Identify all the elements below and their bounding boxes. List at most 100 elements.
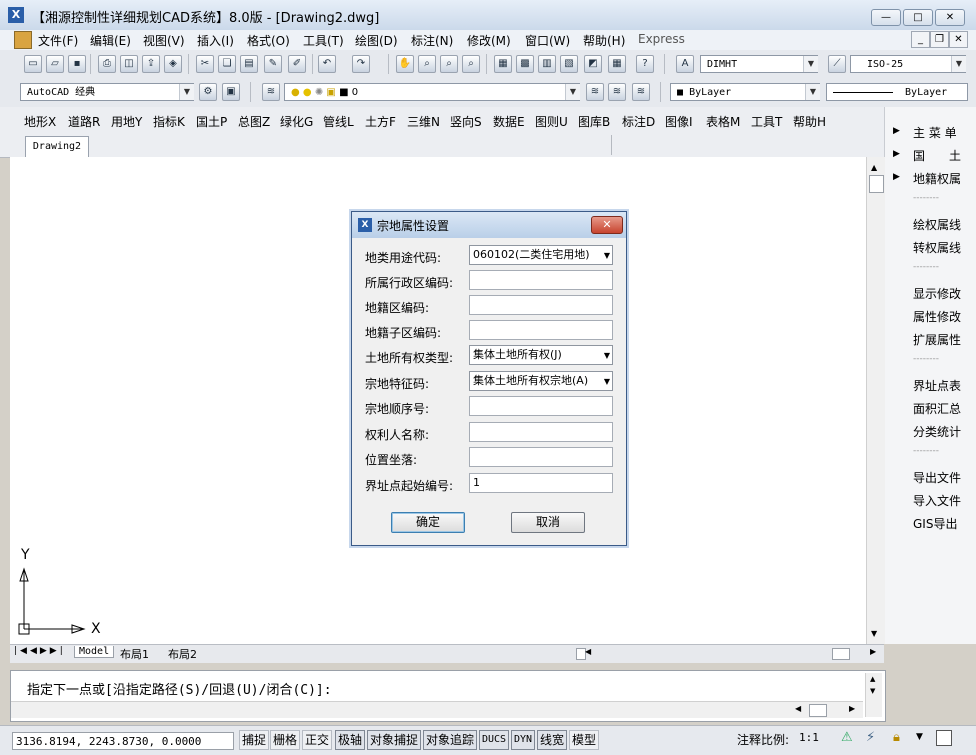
mdi-restore-button[interactable]: ❐ xyxy=(930,31,949,48)
parcel-feature-select[interactable]: 集体土地所有权宗地(A) ▼ xyxy=(469,371,613,391)
scroll-up-icon[interactable]: ▲ xyxy=(871,163,877,172)
menu-help-custom[interactable]: 帮助H xyxy=(793,113,826,130)
hscroll-thumb[interactable] xyxy=(832,648,850,660)
dyn-toggle[interactable]: DYN xyxy=(511,730,536,750)
menu-tools-custom[interactable]: 工具T xyxy=(751,113,782,130)
undo-icon[interactable]: ↶ xyxy=(318,55,336,73)
menu-earthwork[interactable]: 土方F xyxy=(365,113,396,130)
rp-attr-modify[interactable]: 属性修改 xyxy=(913,308,961,325)
workspace-settings-icon[interactable]: ⚙ xyxy=(199,83,217,101)
zoom-window-icon[interactable]: ⌕ xyxy=(440,55,458,73)
menu-table[interactable]: 表格M xyxy=(706,113,740,130)
redo-icon[interactable]: ↷ xyxy=(352,55,370,73)
workspace-select[interactable]: AutoCAD 经典 xyxy=(20,83,194,101)
chevron-down-icon[interactable]: ▼ xyxy=(179,84,194,100)
chevron-down-icon[interactable]: ▼ xyxy=(951,56,966,72)
workspace-save-icon[interactable]: ▣ xyxy=(222,83,240,101)
cancel-button[interactable]: 取消 xyxy=(511,512,585,533)
polar-toggle[interactable]: 极轴 xyxy=(335,730,366,750)
zoom-previous-icon[interactable]: ⌕ xyxy=(462,55,480,73)
layer-states-icon[interactable]: ≋ xyxy=(632,83,650,101)
owner-name-input[interactable] xyxy=(469,422,613,442)
scroll-up-icon[interactable]: ▲ xyxy=(870,675,875,683)
menu-greening[interactable]: 绿化G xyxy=(280,113,313,130)
lock-icon[interactable]: 🔒︎ xyxy=(893,730,900,745)
design-center-icon[interactable]: ▩ xyxy=(516,55,534,73)
cut-icon[interactable]: ✂ xyxy=(196,55,214,73)
ortho-toggle[interactable]: 正交 xyxy=(302,730,333,750)
tool-palettes-icon[interactable]: ▥ xyxy=(538,55,556,73)
block-editor-icon[interactable]: ✐ xyxy=(288,55,306,73)
tab-drawing2[interactable]: Drawing2 xyxy=(25,136,89,157)
menu-draw[interactable]: 绘图(D) xyxy=(355,32,398,49)
scroll-left-icon[interactable]: ◀ xyxy=(795,704,801,713)
markup-icon[interactable]: ◩ xyxy=(584,55,602,73)
landuse-code-select[interactable]: 060102(二类住宅用地) ▼ xyxy=(469,245,613,265)
rp-display-modify[interactable]: 显示修改 xyxy=(913,285,961,302)
tab-layout1[interactable]: 布局1 xyxy=(120,646,149,662)
location-input[interactable] xyxy=(469,447,613,467)
print-preview-icon[interactable]: ◫ xyxy=(120,55,138,73)
ducs-toggle[interactable]: DUCS xyxy=(479,730,510,750)
close-window-button[interactable]: ✕ xyxy=(935,9,965,26)
hscroll-thumb[interactable] xyxy=(809,704,827,717)
copy-icon[interactable]: ❏ xyxy=(218,55,236,73)
scroll-left-icon[interactable]: ◀ xyxy=(585,647,591,656)
chevron-down-icon[interactable]: ▼ xyxy=(565,84,580,100)
scroll-right-icon[interactable]: ▶ xyxy=(849,704,855,713)
layer-previous-icon[interactable]: ≋ xyxy=(608,83,626,101)
cadastral-zone-input[interactable] xyxy=(469,295,613,315)
scroll-right-icon[interactable]: ▶ xyxy=(870,647,876,656)
linetype-select[interactable]: ByLayer xyxy=(826,83,968,101)
menu-window[interactable]: 窗口(W) xyxy=(525,32,570,49)
scroll-down-icon[interactable]: ▼ xyxy=(870,687,875,695)
menu-view[interactable]: 视图(V) xyxy=(143,32,185,49)
rp-gis-export[interactable]: GIS导出 xyxy=(913,515,957,532)
chevron-down-icon[interactable]: ▼ xyxy=(916,732,923,742)
menu-annotation[interactable]: 标注D xyxy=(622,113,655,130)
rp-boundary-point-table[interactable]: 界址点表 xyxy=(913,377,961,394)
tab-layout2[interactable]: 布局2 xyxy=(168,646,197,662)
menu-help[interactable]: 帮助(H) xyxy=(583,32,625,49)
menu-file[interactable]: 文件(F) xyxy=(38,32,78,49)
publish-icon[interactable]: ⇪ xyxy=(142,55,160,73)
sheet-set-icon[interactable]: ▧ xyxy=(560,55,578,73)
cadastral-subzone-input[interactable] xyxy=(469,320,613,340)
dimstyle-select[interactable]: DIMHT xyxy=(700,55,818,73)
command-hscrollbar[interactable]: ◀ ▶ xyxy=(11,701,863,718)
menu-landuse[interactable]: 用地Y xyxy=(111,113,142,130)
auto-scale-icon[interactable]: ⚡ xyxy=(866,730,875,745)
rp-draw-boundary[interactable]: 绘权属线 xyxy=(913,216,961,233)
rp-ext-attr[interactable]: 扩展属性 xyxy=(913,331,961,348)
menu-pipeline[interactable]: 管线L xyxy=(323,113,354,130)
scroll-thumb[interactable] xyxy=(869,175,884,193)
menu-image[interactable]: 图像I xyxy=(665,113,693,130)
calculator-icon[interactable]: ▦ xyxy=(608,55,626,73)
menu-express[interactable]: Express xyxy=(638,32,685,46)
match-properties-icon[interactable]: ✎ xyxy=(264,55,282,73)
print-icon[interactable]: ⎙ xyxy=(98,55,116,73)
pan-icon[interactable]: ✋ xyxy=(396,55,414,73)
admin-code-input[interactable] xyxy=(469,270,613,290)
start-point-no-input[interactable]: 1 xyxy=(469,473,613,493)
menu-format[interactable]: 格式(O) xyxy=(247,32,290,49)
help-icon[interactable]: ? xyxy=(636,55,654,73)
menu-road[interactable]: 道路R xyxy=(68,113,100,130)
menu-modify[interactable]: 修改(M) xyxy=(467,32,511,49)
menu-plan-rules[interactable]: 图则U xyxy=(535,113,568,130)
rp-export-file[interactable]: 导出文件 xyxy=(913,469,961,486)
plot-icon[interactable]: ◈ xyxy=(164,55,182,73)
app-logo-icon[interactable]: X xyxy=(8,7,24,23)
text-style-icon[interactable]: A xyxy=(676,55,694,73)
scroll-down-icon[interactable]: ▼ xyxy=(871,629,877,638)
dim-style-icon[interactable]: ⟋ xyxy=(828,55,846,73)
rp-land[interactable]: 国 土 xyxy=(913,147,961,164)
maximize-button[interactable]: □ xyxy=(903,9,933,26)
paste-icon[interactable]: ▤ xyxy=(240,55,258,73)
minimize-button[interactable]: — xyxy=(871,9,901,26)
new-icon[interactable]: ▭ xyxy=(24,55,42,73)
annotation-scale-value[interactable]: 1:1 xyxy=(799,731,819,744)
tab-model[interactable]: Model xyxy=(74,646,115,658)
menu-land[interactable]: 国土P xyxy=(196,113,227,130)
save-icon[interactable]: ▪ xyxy=(68,55,86,73)
